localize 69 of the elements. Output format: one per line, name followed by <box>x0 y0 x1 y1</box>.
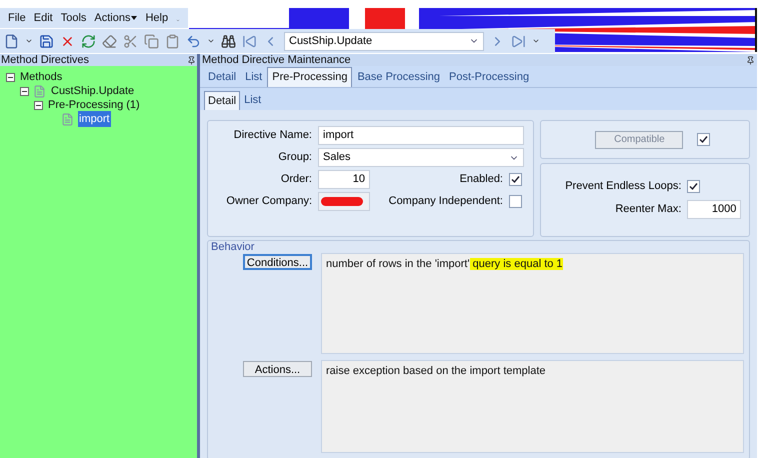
group-title: Behavior <box>210 241 256 253</box>
field-label: Directive Name: <box>232 128 312 144</box>
field-label: Order: <box>280 172 312 188</box>
overflow-caret-icon[interactable] <box>532 37 540 45</box>
undo-icon[interactable] <box>186 34 201 48</box>
paste-icon[interactable] <box>165 34 180 48</box>
tab[interactable]: Pre-Processing <box>267 67 352 87</box>
input-field[interactable]: 10 <box>318 170 370 189</box>
tab[interactable]: List <box>241 91 264 110</box>
field-label: Group: <box>277 150 312 166</box>
panel-title: Method Directives <box>1 54 90 66</box>
caret-icon[interactable] <box>207 37 215 45</box>
field-label: Enabled: <box>458 172 503 188</box>
tree-item[interactable]: CustShip.Update <box>50 82 136 100</box>
tab[interactable]: Detail <box>204 91 240 110</box>
pin-icon[interactable] <box>746 56 755 64</box>
field-label: Prevent Endless Loops: <box>564 179 682 194</box>
dropdown-field[interactable]: Sales <box>318 148 524 167</box>
tab[interactable]: Detail <box>204 67 240 87</box>
tab[interactable]: Post-Processing <box>445 67 534 87</box>
combo-box[interactable]: CustShip.Update <box>284 32 484 50</box>
collapse-toggle-icon[interactable] <box>34 100 43 110</box>
field-label: Reenter Max: <box>614 202 682 217</box>
refresh-icon[interactable] <box>81 34 96 48</box>
tab[interactable]: List <box>241 67 266 87</box>
panel-title: Method Directive Maintenance <box>202 54 351 66</box>
binoculars-icon[interactable] <box>221 34 236 48</box>
field-label: Company Independent: <box>388 194 503 210</box>
text-area[interactable]: raise exception based on the import template <box>321 360 744 453</box>
field-label: Owner Company: <box>225 194 312 210</box>
document-icon <box>61 112 74 126</box>
input-field[interactable]: import <box>318 126 524 145</box>
eraser-icon[interactable] <box>102 34 117 48</box>
actions-button[interactable]: Actions... <box>243 361 312 377</box>
caret-icon <box>131 16 138 20</box>
copy-icon[interactable] <box>144 34 159 48</box>
text-area[interactable]: number of rows in the 'import' query is equal to 1 <box>321 253 744 354</box>
collapse-toggle-icon[interactable] <box>6 72 15 82</box>
save-icon[interactable] <box>39 34 54 48</box>
checkmark-icon <box>689 182 698 191</box>
tree-item[interactable]: Pre-Processing (1) <box>47 96 141 114</box>
menu-item[interactable]: Help <box>145 10 168 26</box>
cut-icon[interactable] <box>123 34 138 48</box>
tree-item[interactable]: Methods <box>19 68 64 86</box>
redaction-mark <box>321 197 363 206</box>
checkbox[interactable] <box>697 133 710 146</box>
last-record-icon[interactable] <box>511 34 526 48</box>
checkmark-icon <box>699 135 708 144</box>
first-record-icon[interactable] <box>242 34 257 48</box>
tab[interactable]: Base Processing <box>353 67 444 87</box>
tree-item[interactable]: import <box>78 110 111 128</box>
checkbox[interactable] <box>687 180 700 193</box>
document-icon <box>33 84 46 98</box>
checkbox[interactable] <box>509 173 522 186</box>
menu-item[interactable]: Actions <box>94 10 138 26</box>
pin-icon[interactable] <box>187 56 196 64</box>
menu-item[interactable]: Edit <box>34 10 53 26</box>
text-area-content: raise exception based on the import template <box>326 365 546 377</box>
text-area-content: number of rows in the 'import' query is equal to 1 <box>326 258 563 270</box>
conditions-button[interactable]: Conditions... <box>243 254 312 270</box>
menu-item[interactable]: Tools <box>60 10 86 26</box>
caret-icon[interactable] <box>25 37 33 45</box>
checkmark-icon <box>511 175 520 184</box>
input-field[interactable] <box>318 192 370 211</box>
checkbox[interactable] <box>509 195 522 208</box>
input-field[interactable]: 1000 <box>687 200 742 218</box>
collapse-toggle-icon[interactable] <box>20 86 29 96</box>
menu-item[interactable]: File <box>8 10 26 26</box>
new-file-icon[interactable] <box>4 34 19 48</box>
